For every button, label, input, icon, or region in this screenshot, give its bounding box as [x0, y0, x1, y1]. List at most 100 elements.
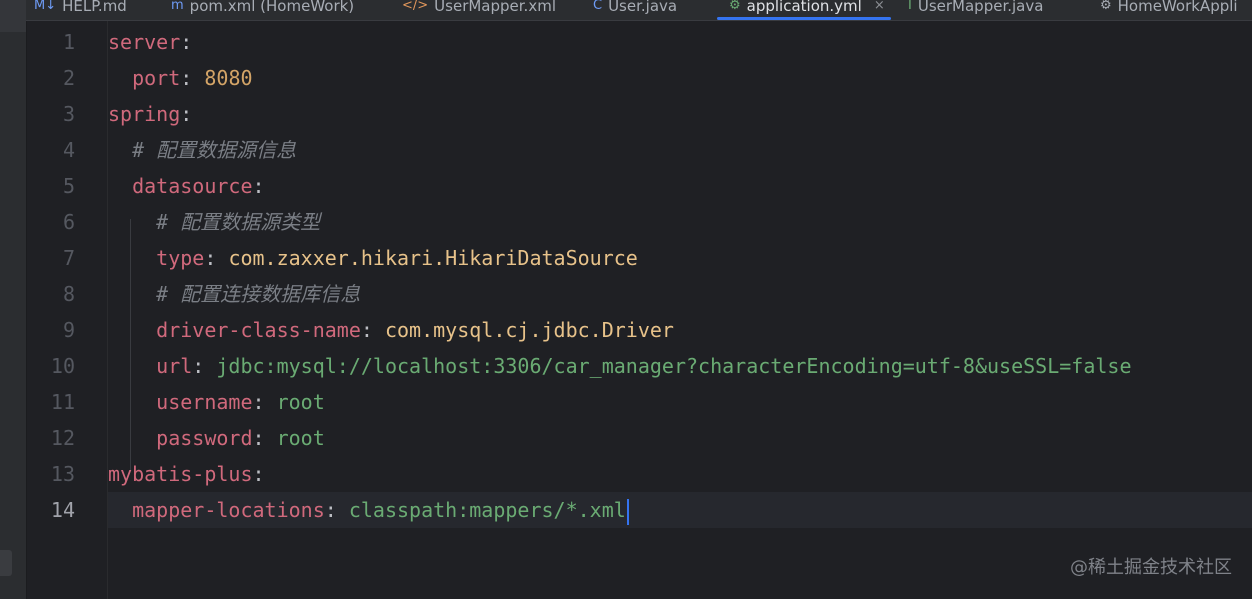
yaml-key: driver-class-name	[156, 318, 361, 342]
code-editor[interactable]: server: port: 8080 spring: # 配置数据源信息 data…	[108, 21, 1252, 599]
tab-help-md[interactable]: M↓ HELP.md	[34, 0, 127, 20]
yaml-value: jdbc:mysql://localhost:3306/car_manager?…	[216, 354, 1132, 378]
yaml-key: url	[156, 354, 193, 378]
line-number: 14	[50, 498, 75, 522]
tab-label: application.yml	[746, 0, 862, 15]
tab-label: pom.xml (HomeWork)	[189, 0, 355, 15]
yaml-comment: # 配置数据源类型	[156, 210, 321, 234]
yaml-value: root	[276, 426, 325, 450]
text-caret	[626, 498, 629, 525]
line-number: 11	[50, 390, 75, 414]
yaml-colon: :	[252, 426, 277, 450]
line-number: 3	[62, 102, 75, 126]
code-line[interactable]: driver-class-name: com.mysql.cj.jdbc.Dri…	[108, 312, 1252, 348]
line-number: 2	[62, 66, 75, 90]
yaml-value: classpath:mappers/*.xml	[348, 498, 626, 522]
yaml-colon: :	[204, 246, 229, 270]
yaml-comment: # 配置数据源信息	[132, 138, 297, 162]
code-line[interactable]: # 配置数据源信息	[108, 132, 1252, 168]
spring-gear-icon: ⚙	[1100, 0, 1112, 13]
yaml-colon: :	[180, 102, 193, 126]
yaml-colon: :	[360, 318, 385, 342]
line-number: 6	[62, 210, 75, 234]
code-line[interactable]: spring:	[108, 96, 1252, 132]
yaml-key: type	[156, 246, 205, 270]
tab-application-yml[interactable]: ⚙ application.yml ×	[717, 0, 891, 20]
code-line[interactable]: port: 8080	[108, 60, 1252, 96]
yaml-key: username	[156, 390, 253, 414]
tab-pom-xml[interactable]: m pom.xml (HomeWork)	[171, 0, 354, 20]
yaml-value: root	[276, 390, 325, 414]
xml-icon: </>	[402, 0, 429, 13]
yaml-key: server	[108, 30, 181, 54]
yaml-colon: :	[252, 390, 277, 414]
line-number: 10	[50, 354, 75, 378]
line-number: 12	[50, 426, 75, 450]
yaml-colon: :	[252, 174, 265, 198]
yaml-value: com.zaxxer.hikari.HikariDataSource	[228, 246, 638, 270]
yaml-key: port	[132, 66, 181, 90]
yaml-colon: :	[252, 462, 265, 486]
yaml-key: spring	[108, 102, 181, 126]
code-line[interactable]: # 配置连接数据库信息	[108, 276, 1252, 312]
strip-top	[0, 0, 26, 32]
tab-label: UserMapper.xml	[434, 0, 556, 15]
watermark: @稀土掘金技术社区	[1070, 557, 1232, 578]
markdown-icon: M↓	[34, 0, 57, 13]
yaml-key: mapper-locations	[132, 498, 325, 522]
left-tool-strip	[0, 0, 27, 599]
line-number: 1	[62, 30, 75, 54]
code-line[interactable]: server:	[108, 24, 1252, 60]
yaml-value: com.mysql.cj.jdbc.Driver	[384, 318, 674, 342]
code-line[interactable]: mybatis-plus:	[108, 456, 1252, 492]
code-line[interactable]: password: root	[108, 420, 1252, 456]
yaml-value: 8080	[204, 66, 253, 90]
yaml-colon: :	[180, 30, 193, 54]
tab-usermapper-xml[interactable]: </> UserMapper.xml	[402, 0, 556, 20]
yaml-key: datasource	[132, 174, 253, 198]
tab-label: UserMapper.java	[917, 0, 1044, 15]
yaml-colon: :	[180, 66, 205, 90]
line-number-gutter[interactable]: 1 2 3 4 5 6 7 8 9 10 11 12 13 14	[27, 21, 108, 599]
yaml-comment: # 配置连接数据库信息	[156, 282, 361, 306]
yaml-gear-icon: ⚙	[729, 0, 741, 13]
maven-icon: m	[171, 0, 184, 13]
line-number: 13	[50, 462, 75, 486]
line-number: 7	[62, 246, 75, 270]
editor-tab-bar: M↓ HELP.md m pom.xml (HomeWork) </> User…	[26, 0, 1252, 21]
yaml-key: password	[156, 426, 253, 450]
line-number: 9	[62, 318, 75, 342]
code-line[interactable]: datasource:	[108, 168, 1252, 204]
code-line[interactable]: username: root	[108, 384, 1252, 420]
tab-label: HELP.md	[62, 0, 127, 15]
line-number: 5	[62, 174, 75, 198]
line-number: 8	[62, 282, 75, 306]
code-line[interactable]: type: com.zaxxer.hikari.HikariDataSource	[108, 240, 1252, 276]
tab-usermapper-java[interactable]: I UserMapper.java	[908, 0, 1043, 20]
yaml-key: mybatis-plus	[108, 462, 253, 486]
tab-label: User.java	[608, 0, 678, 15]
code-line[interactable]: # 配置数据源类型	[108, 204, 1252, 240]
close-icon[interactable]: ×	[874, 0, 885, 13]
tab-user-java[interactable]: C User.java	[593, 0, 677, 20]
code-line[interactable]: mapper-locations: classpath:mappers/*.xm…	[108, 492, 1252, 528]
java-interface-icon: I	[908, 0, 912, 13]
yaml-colon: :	[192, 354, 217, 378]
java-class-icon: C	[593, 0, 603, 13]
yaml-colon: :	[324, 498, 349, 522]
line-number: 4	[62, 138, 75, 162]
strip-handle[interactable]	[0, 550, 12, 576]
code-line[interactable]: url: jdbc:mysql://localhost:3306/car_man…	[108, 348, 1252, 384]
tab-homeworkapplication[interactable]: ⚙ HomeWorkAppli	[1100, 0, 1238, 20]
